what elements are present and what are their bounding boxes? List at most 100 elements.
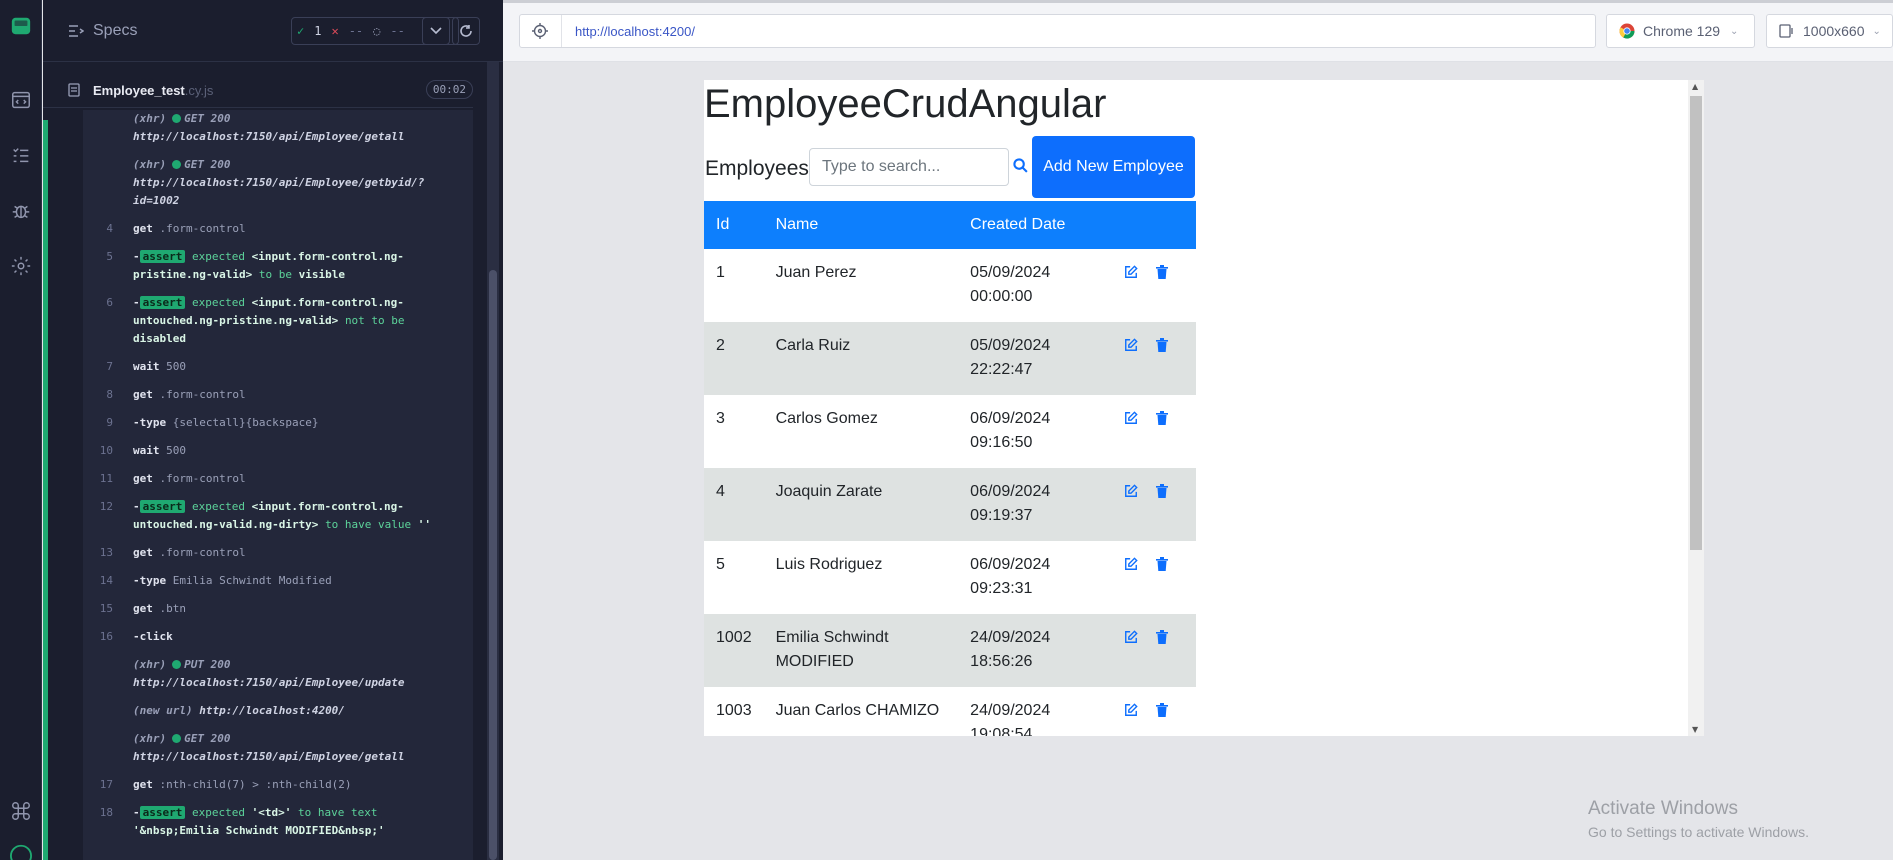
table-row: 1 Juan Perez 05/09/2024 00:00:00 <box>704 249 1196 322</box>
settings-gear-icon[interactable] <box>7 252 35 280</box>
spec-file-header[interactable]: Employee_test.cy.js 00:02 <box>43 72 473 108</box>
cell-created-date: 06/09/2024 09:16:50 <box>958 395 1112 468</box>
cell-actions <box>1112 541 1196 614</box>
keyboard-shortcuts-icon[interactable] <box>7 797 35 825</box>
scroll-down-icon[interactable]: ▼ <box>1692 725 1698 734</box>
specs-bar: Specs ✓ 1 ✕ -- ◌ -- <box>43 0 503 62</box>
log-scrollbar-thumb[interactable] <box>489 270 497 860</box>
viewport-size: 1000x660 <box>1803 23 1865 39</box>
table-header-row: Id Name Created Date <box>704 201 1196 249</box>
pass-indicator-bar <box>43 120 48 860</box>
trash-icon[interactable] <box>1156 263 1169 287</box>
edit-icon[interactable] <box>1124 701 1139 725</box>
table-row: 5 Luis Rodriguez 06/09/2024 09:23:31 <box>704 541 1196 614</box>
employees-table: Id Name Created Date 1 Juan Perez 05/09/20… <box>704 201 1196 736</box>
trash-icon[interactable] <box>1156 482 1169 506</box>
debug-icon[interactable] <box>7 197 35 225</box>
browser-name: Chrome 129 <box>1643 23 1721 39</box>
spec-file-name: Employee_test.cy.js <box>93 83 214 98</box>
cell-actions <box>1112 249 1196 322</box>
cell-time: 19:08:54 <box>970 726 1033 736</box>
browser-toolbar: http://localhost:4200/ Chrome 129 ⌄ 1000… <box>503 0 1893 62</box>
edit-icon[interactable] <box>1124 628 1139 652</box>
trash-icon[interactable] <box>1156 409 1169 433</box>
app-scrollbar[interactable]: ▲ ▼ <box>1688 80 1704 736</box>
cell-created-date: 24/09/2024 19:08:54 <box>958 687 1112 736</box>
table-row: 1002 Emilia Schwindt MODIFIED 24/09/2024 18… <box>704 614 1196 687</box>
windows-activation-watermark: Activate Windows Go to Settings to activ… <box>1588 798 1809 840</box>
table-row: 4 Joaquin Zarate 06/09/2024 09:19:37 <box>704 468 1196 541</box>
rerun-icon[interactable] <box>452 17 480 45</box>
page-title: EmployeeCrudAngular <box>704 82 1107 126</box>
watermark-line2: Go to Settings to activate Windows. <box>1588 824 1809 840</box>
runs-icon[interactable] <box>7 141 35 169</box>
viewport-selector[interactable]: 1000x660 ⌄ <box>1766 14 1893 48</box>
table-row: 1003 Juan Carlos CHAMIZO 24/09/2024 19:08:5… <box>704 687 1196 736</box>
cell-id: 1003 <box>716 702 752 719</box>
cell-name: Juan Perez <box>775 264 857 281</box>
browser-selector[interactable]: Chrome 129 ⌄ <box>1606 14 1755 48</box>
add-employee-button[interactable]: Add New Employee <box>1032 136 1195 198</box>
file-icon <box>68 82 80 101</box>
cell-actions <box>1112 322 1196 395</box>
command-log-panel: Specs ✓ 1 ✕ -- ◌ -- Employee_test.cy.js 00:… <box>43 0 503 860</box>
employees-label: Employees: <box>705 157 815 180</box>
cell-created-date: 24/09/2024 18:56:26 <box>958 614 1113 687</box>
trash-icon[interactable] <box>1156 336 1169 360</box>
cypress-logo-icon <box>7 12 35 40</box>
col-id: Id <box>704 201 764 249</box>
cell-actions <box>1112 614 1196 687</box>
chevron-down-icon: ⌄ <box>1872 25 1881 37</box>
specs-title[interactable]: Specs <box>93 22 137 40</box>
cell-date: 24/09/2024 <box>970 629 1051 646</box>
url-bar[interactable]: http://localhost:4200/ <box>519 14 1596 48</box>
col-actions <box>1112 201 1196 249</box>
url-text[interactable]: http://localhost:4200/ <box>575 24 695 39</box>
cell-name: Juan Carlos CHAMIZO <box>775 702 940 719</box>
passed-icon: ✓ <box>297 24 305 38</box>
search-input[interactable] <box>809 148 1009 186</box>
trash-icon[interactable] <box>1156 701 1169 725</box>
chevron-down-icon: ⌄ <box>1730 25 1739 37</box>
table-row: 3 Carlos Gomez 06/09/2024 09:16:50 <box>704 395 1196 468</box>
cell-name: Carla Ruiz <box>763 322 959 395</box>
failed-count: -- <box>348 24 364 38</box>
edit-icon[interactable] <box>1124 555 1139 579</box>
specs-icon[interactable] <box>7 86 35 114</box>
trash-icon[interactable] <box>1156 555 1169 579</box>
cell-date: 06/09/2024 <box>970 410 1051 427</box>
cell-time: 22:22:47 <box>970 361 1033 378</box>
edit-icon[interactable] <box>1124 482 1139 506</box>
cell-id: 1 <box>716 264 725 281</box>
toolbar-top-border <box>503 0 1893 3</box>
edit-icon[interactable] <box>1124 409 1139 433</box>
cell-date: 05/09/2024 <box>970 337 1051 354</box>
cell-time: 09:19:37 <box>970 507 1033 524</box>
failed-icon: ✕ <box>331 24 339 38</box>
cell-time: 00:00:00 <box>970 288 1033 305</box>
app-scrollbar-thumb[interactable] <box>1690 96 1702 550</box>
edit-icon[interactable] <box>1124 336 1139 360</box>
selector-playground-icon[interactable] <box>532 23 548 43</box>
trash-icon[interactable] <box>1156 628 1169 652</box>
icon-rail <box>0 0 42 860</box>
edit-icon[interactable] <box>1124 263 1139 287</box>
cell-date: 05/09/2024 <box>970 264 1051 281</box>
cell-name: Luis Rodriguez <box>775 556 883 573</box>
col-name: Name <box>763 201 959 249</box>
cell-actions <box>1112 687 1196 736</box>
cell-time: 09:16:50 <box>970 434 1033 451</box>
scroll-up-icon[interactable]: ▲ <box>1692 82 1698 91</box>
cell-created-date: 05/09/2024 22:22:47 <box>958 322 1113 395</box>
cell-created-date: 06/09/2024 09:23:31 <box>958 541 1112 614</box>
specs-list-icon[interactable] <box>68 23 85 42</box>
search-icon[interactable] <box>1013 158 1028 177</box>
cell-time: 09:23:31 <box>970 580 1033 597</box>
cell-actions <box>1112 468 1196 541</box>
cell-date: 06/09/2024 <box>970 483 1051 500</box>
user-avatar-icon[interactable] <box>7 840 35 860</box>
command-log: (xhr) GET 200 http://localhost:7150/api/E… <box>83 110 473 860</box>
cell-name: Emilia Schwindt MODIFIED <box>763 614 959 687</box>
app-under-test-frame: EmployeeCrudAngular Employees: Add New E… <box>704 80 1704 736</box>
chevron-down-icon[interactable] <box>422 17 450 45</box>
